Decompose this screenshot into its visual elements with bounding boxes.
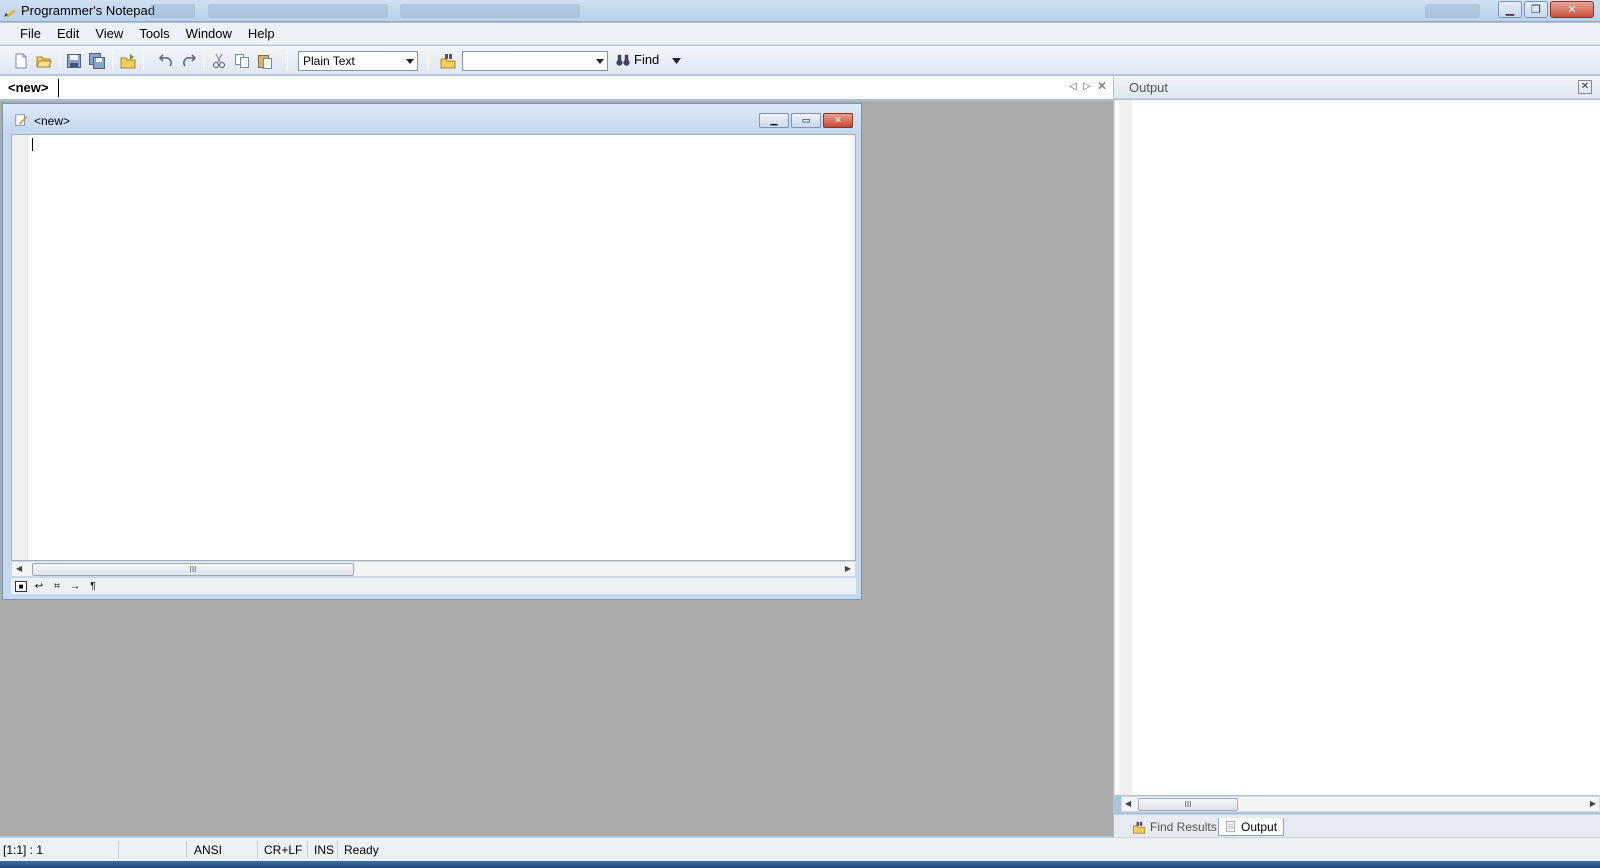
undo-icon[interactable] bbox=[158, 53, 174, 69]
toolbar: Plain Text Find bbox=[0, 46, 1600, 75]
word-wrap-icon[interactable]: ↩ bbox=[33, 581, 45, 592]
minimize-button[interactable]: ▁ bbox=[1498, 1, 1522, 18]
background-tab-ghost bbox=[150, 4, 195, 18]
chevron-down-icon bbox=[406, 59, 414, 64]
os-taskbar bbox=[0, 861, 1600, 868]
editor-gutter bbox=[12, 135, 28, 560]
scroll-left-arrow-icon[interactable]: ◀ bbox=[1125, 799, 1131, 808]
document-tab-strip: <new> ◁ ▷ ✕ bbox=[0, 76, 1113, 100]
document-close-button[interactable]: ✕ bbox=[823, 113, 853, 128]
save-icon[interactable] bbox=[66, 53, 82, 69]
window-title: Programmer's Notepad bbox=[21, 3, 155, 18]
document-title-bar: <new> ▁ ▭ ✕ bbox=[3, 104, 861, 134]
find-results-icon bbox=[1132, 821, 1146, 834]
menu-file[interactable]: File bbox=[12, 26, 49, 41]
document-toolbar: ■ ↩ ⌗ → ¶ bbox=[11, 578, 856, 594]
binoculars-icon bbox=[616, 54, 630, 66]
tab-find-results[interactable]: Find Results bbox=[1126, 818, 1223, 836]
tab-find-results-label: Find Results bbox=[1150, 820, 1217, 834]
mdi-workspace: <new> ▁ ▭ ✕ ◀ III ▶ ■ ↩ ⌗ → ¶ bbox=[0, 101, 1113, 836]
encoding-indicator[interactable]: ANSI bbox=[194, 843, 222, 857]
tab-scroll-left-icon[interactable]: ◁ bbox=[1069, 81, 1077, 92]
menu-help[interactable]: Help bbox=[240, 26, 283, 41]
background-tab-ghost bbox=[208, 4, 388, 18]
copy-icon[interactable] bbox=[234, 53, 250, 69]
line-ending-indicator[interactable]: CR+LF bbox=[264, 843, 302, 857]
scroll-right-arrow-icon[interactable]: ▶ bbox=[1590, 799, 1596, 808]
status-bar: [1:1] : 1 ANSI CR+LF INS Ready bbox=[0, 837, 1600, 861]
show-whitespace-icon[interactable]: → bbox=[69, 581, 81, 592]
scrollbar-thumb[interactable]: III bbox=[32, 563, 354, 576]
close-button[interactable]: ✕ bbox=[1550, 1, 1594, 18]
view-mode-icon[interactable]: ■ bbox=[15, 580, 27, 592]
insert-mode-indicator: INS bbox=[314, 843, 335, 857]
app-pencil-icon bbox=[4, 9, 16, 18]
editor-horizontal-scrollbar[interactable]: ◀ III ▶ bbox=[11, 561, 856, 577]
scrollbar-thumb[interactable]: III bbox=[1138, 798, 1238, 811]
scroll-right-arrow-icon[interactable]: ▶ bbox=[845, 564, 851, 573]
document-minimize-button[interactable]: ▁ bbox=[759, 113, 789, 128]
find-button[interactable]: Find bbox=[616, 52, 659, 67]
tab-close-icon[interactable]: ✕ bbox=[1097, 79, 1107, 93]
scheme-select[interactable]: Plain Text bbox=[298, 51, 418, 71]
find-dropdown-chevron-icon[interactable] bbox=[672, 58, 681, 64]
menu-window[interactable]: Window bbox=[178, 26, 240, 41]
scheme-select-value: Plain Text bbox=[303, 54, 355, 68]
menu-bar: File Edit View Tools Window Help bbox=[0, 23, 1600, 45]
scroll-left-arrow-icon[interactable]: ◀ bbox=[16, 564, 22, 573]
output-horizontal-scrollbar[interactable]: ◀ III ▶ bbox=[1121, 796, 1600, 812]
document-title: <new> bbox=[34, 114, 71, 128]
paste-icon[interactable] bbox=[257, 53, 273, 69]
output-tab-strip: Find Results Output bbox=[1114, 814, 1600, 837]
background-tab-ghost bbox=[400, 4, 580, 18]
open-folder-icon[interactable] bbox=[120, 53, 136, 69]
document-window: <new> ▁ ▭ ✕ ◀ III ▶ ■ ↩ ⌗ → ¶ bbox=[2, 103, 862, 600]
open-file-icon[interactable] bbox=[36, 53, 52, 69]
chevron-down-icon bbox=[596, 59, 604, 64]
background-tab-ghost bbox=[1425, 4, 1480, 18]
document-edit-icon bbox=[15, 114, 28, 126]
tab-new-document[interactable]: <new> bbox=[8, 80, 48, 95]
menu-edit[interactable]: Edit bbox=[49, 26, 87, 41]
document-maximize-button[interactable]: ▭ bbox=[791, 113, 821, 128]
text-caret bbox=[32, 138, 33, 151]
show-eol-icon[interactable]: ¶ bbox=[87, 581, 99, 592]
search-combo[interactable] bbox=[462, 51, 608, 71]
find-button-label: Find bbox=[634, 52, 660, 67]
tab-output-label: Output bbox=[1241, 819, 1278, 834]
output-close-icon[interactable]: ✕ bbox=[1578, 80, 1592, 94]
restore-button[interactable]: ❐ bbox=[1524, 1, 1548, 18]
status-message: Ready bbox=[344, 843, 379, 857]
tab-output[interactable]: Output bbox=[1218, 818, 1285, 836]
cut-icon[interactable] bbox=[211, 53, 227, 69]
output-panel-title: Output bbox=[1129, 80, 1169, 95]
output-doc-icon bbox=[1226, 820, 1236, 833]
find-in-files-icon[interactable] bbox=[440, 53, 456, 69]
tab-scroll-right-icon[interactable]: ▷ bbox=[1083, 81, 1091, 92]
cursor-position: [1:1] : 1 bbox=[3, 843, 44, 857]
save-all-icon[interactable] bbox=[89, 53, 105, 69]
text-editor[interactable] bbox=[11, 134, 856, 561]
tab-separator bbox=[58, 79, 59, 97]
redo-icon[interactable] bbox=[181, 53, 197, 69]
menu-view[interactable]: View bbox=[87, 26, 131, 41]
new-file-icon[interactable] bbox=[13, 53, 29, 69]
output-panel-header: Output ✕ bbox=[1114, 76, 1600, 99]
line-numbers-icon[interactable]: ⌗ bbox=[51, 581, 63, 592]
menu-tools[interactable]: Tools bbox=[131, 26, 177, 41]
title-bar: Programmer's Notepad ▁ ❐ ✕ bbox=[0, 0, 1600, 22]
output-panel-body[interactable] bbox=[1114, 100, 1600, 795]
